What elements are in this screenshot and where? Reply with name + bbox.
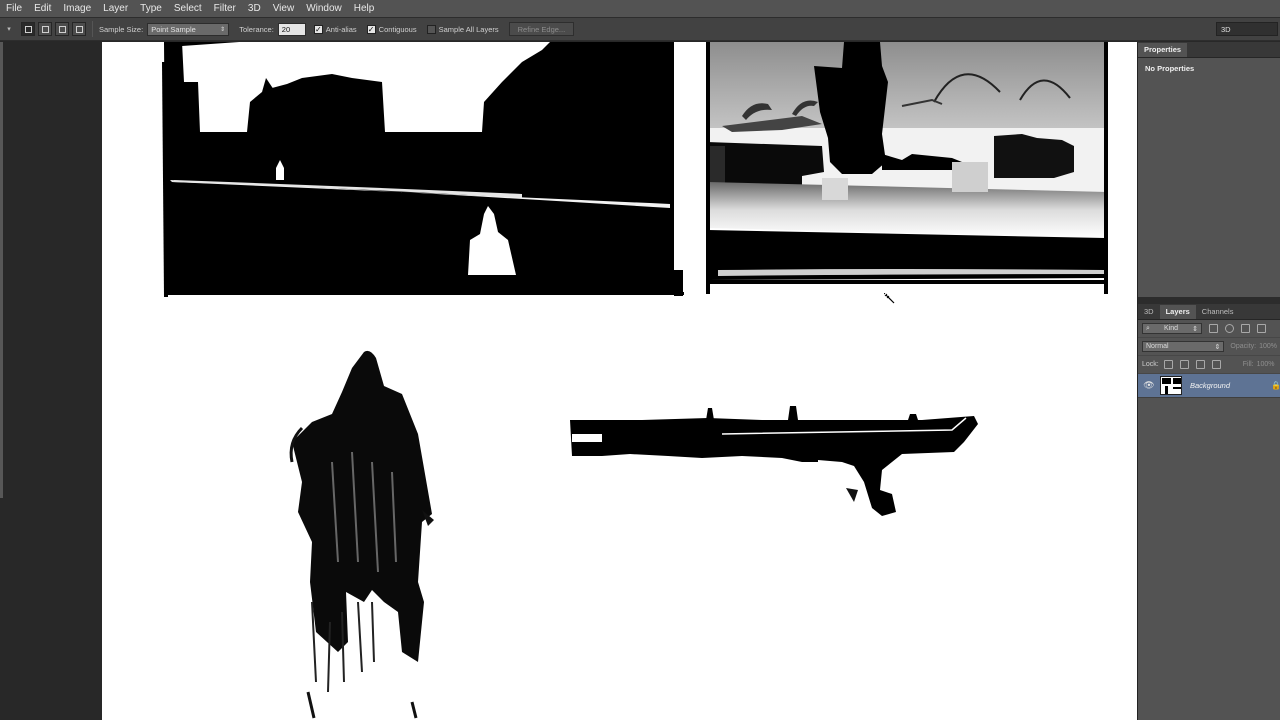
sample-all-layers-checkbox[interactable]: Sample All Layers [426, 24, 499, 34]
search-icon: ⌕ [1146, 324, 1150, 332]
workspace-switcher[interactable]: 3D [1216, 22, 1278, 36]
fill-value[interactable]: 100% [1257, 361, 1275, 368]
intersect-selection-icon [75, 25, 83, 33]
tools-panel-edge[interactable] [0, 42, 3, 498]
fill-label: Fill: [1242, 361, 1254, 368]
lock-icon: 🔒 [1271, 381, 1280, 390]
panel-divider [1138, 297, 1280, 304]
sample-size-value: Point Sample [151, 24, 196, 34]
sample-all-layers-label: Sample All Layers [438, 24, 499, 34]
blend-mode-value: Normal [1146, 343, 1169, 350]
tab-layers[interactable]: Layers [1159, 305, 1196, 319]
select-arrows-icon: ⇕ [1214, 343, 1221, 351]
layers-panel: 3D Layers Channels ⌕ Kind ⇕ Normal ⇕ Opa… [1138, 304, 1280, 720]
checkmark-icon: ✓ [313, 24, 323, 34]
properties-tabs: Properties [1138, 42, 1280, 58]
layer-filter-row: ⌕ Kind ⇕ [1138, 320, 1280, 338]
checkmark-icon: ✓ [366, 24, 376, 34]
menu-edit[interactable]: Edit [28, 0, 57, 17]
anti-alias-checkbox[interactable]: ✓ Anti-alias [313, 24, 357, 34]
lock-position-icon[interactable] [1195, 360, 1205, 369]
magic-wand-cursor-icon [884, 293, 895, 304]
layer-row-background[interactable]: 👁 Background 🔒 [1138, 374, 1280, 398]
divider [92, 21, 93, 37]
menu-bar: File Edit Image Layer Type Select Filter… [0, 0, 1280, 17]
menu-view[interactable]: View [267, 0, 301, 17]
tab-properties[interactable]: Properties [1138, 43, 1188, 57]
tolerance-input[interactable]: 20 [277, 22, 306, 36]
document-canvas[interactable] [102, 42, 1137, 720]
tab-channels[interactable]: Channels [1196, 305, 1240, 319]
new-selection-mode-button[interactable] [21, 22, 35, 36]
menu-file[interactable]: File [0, 0, 28, 17]
lock-image-icon[interactable] [1179, 360, 1189, 369]
type-filter-icon[interactable] [1241, 324, 1250, 333]
unchecked-box-icon [426, 24, 436, 34]
opacity-value[interactable]: 100% [1259, 343, 1277, 350]
tool-preset-picker[interactable]: ▾ [0, 18, 18, 40]
menu-window[interactable]: Window [300, 0, 348, 17]
sample-size-label: Sample Size: [99, 24, 144, 34]
options-bar: ▾ Sample Size: Point Sample ⇕ Tolerance:… [0, 17, 1280, 41]
lock-all-icon[interactable] [1211, 360, 1221, 369]
properties-body: No Properties [1145, 64, 1195, 73]
subtract-selection-mode-button[interactable] [55, 22, 69, 36]
figure-sketch [289, 350, 434, 719]
tab-3d[interactable]: 3D [1138, 305, 1160, 319]
menu-image[interactable]: Image [57, 0, 97, 17]
lock-transparent-icon[interactable] [1163, 360, 1173, 369]
intersect-selection-mode-button[interactable] [72, 22, 86, 36]
layer-thumbnail [1160, 376, 1182, 395]
menu-layer[interactable]: Layer [97, 0, 134, 17]
add-selection-icon [41, 25, 49, 33]
contiguous-label: Contiguous [378, 24, 417, 34]
add-selection-mode-button[interactable] [38, 22, 52, 36]
menu-select[interactable]: Select [168, 0, 208, 17]
shape-filter-icon[interactable] [1257, 324, 1266, 333]
layers-tabs: 3D Layers Channels [1138, 304, 1280, 320]
contiguous-checkbox[interactable]: ✓ Contiguous [366, 24, 417, 34]
artwork [162, 42, 1108, 719]
panel-sketch-left [162, 42, 684, 297]
eye-icon[interactable]: 👁 [1138, 380, 1160, 391]
blend-mode-row: Normal ⇕ Opacity: 100% [1138, 338, 1280, 356]
pixel-filter-icon[interactable] [1209, 324, 1218, 333]
menu-type[interactable]: Type [134, 0, 168, 17]
menu-help[interactable]: Help [348, 0, 381, 17]
panel-sketch-right [706, 42, 1108, 294]
lock-row: Lock: Fill: 100% [1138, 356, 1280, 374]
menu-3d[interactable]: 3D [242, 0, 267, 17]
opacity-label: Opacity: [1230, 343, 1257, 350]
select-arrows-icon: ⇕ [220, 26, 226, 33]
lock-label: Lock: [1142, 361, 1159, 368]
tolerance-value: 20 [281, 24, 291, 34]
subtract-selection-icon [58, 25, 66, 33]
menu-filter[interactable]: Filter [208, 0, 242, 17]
rifle-sketch [570, 406, 978, 516]
filter-kind-value: Kind [1164, 325, 1179, 332]
new-selection-icon [24, 25, 32, 33]
right-panel-dock: Properties No Properties 3D Layers Chann… [1137, 42, 1280, 720]
adjustment-filter-icon[interactable] [1225, 324, 1234, 333]
blend-mode-select[interactable]: Normal ⇕ [1142, 341, 1225, 352]
filter-kind-select[interactable]: ⌕ Kind ⇕ [1142, 323, 1202, 334]
refine-edge-button[interactable]: Refine Edge... [508, 22, 575, 36]
select-arrows-icon: ⇕ [1192, 325, 1198, 333]
sample-size-select[interactable]: Point Sample ⇕ [147, 22, 230, 36]
tolerance-label: Tolerance: [239, 24, 274, 34]
layer-name[interactable]: Background [1190, 381, 1271, 390]
anti-alias-label: Anti-alias [325, 24, 357, 34]
